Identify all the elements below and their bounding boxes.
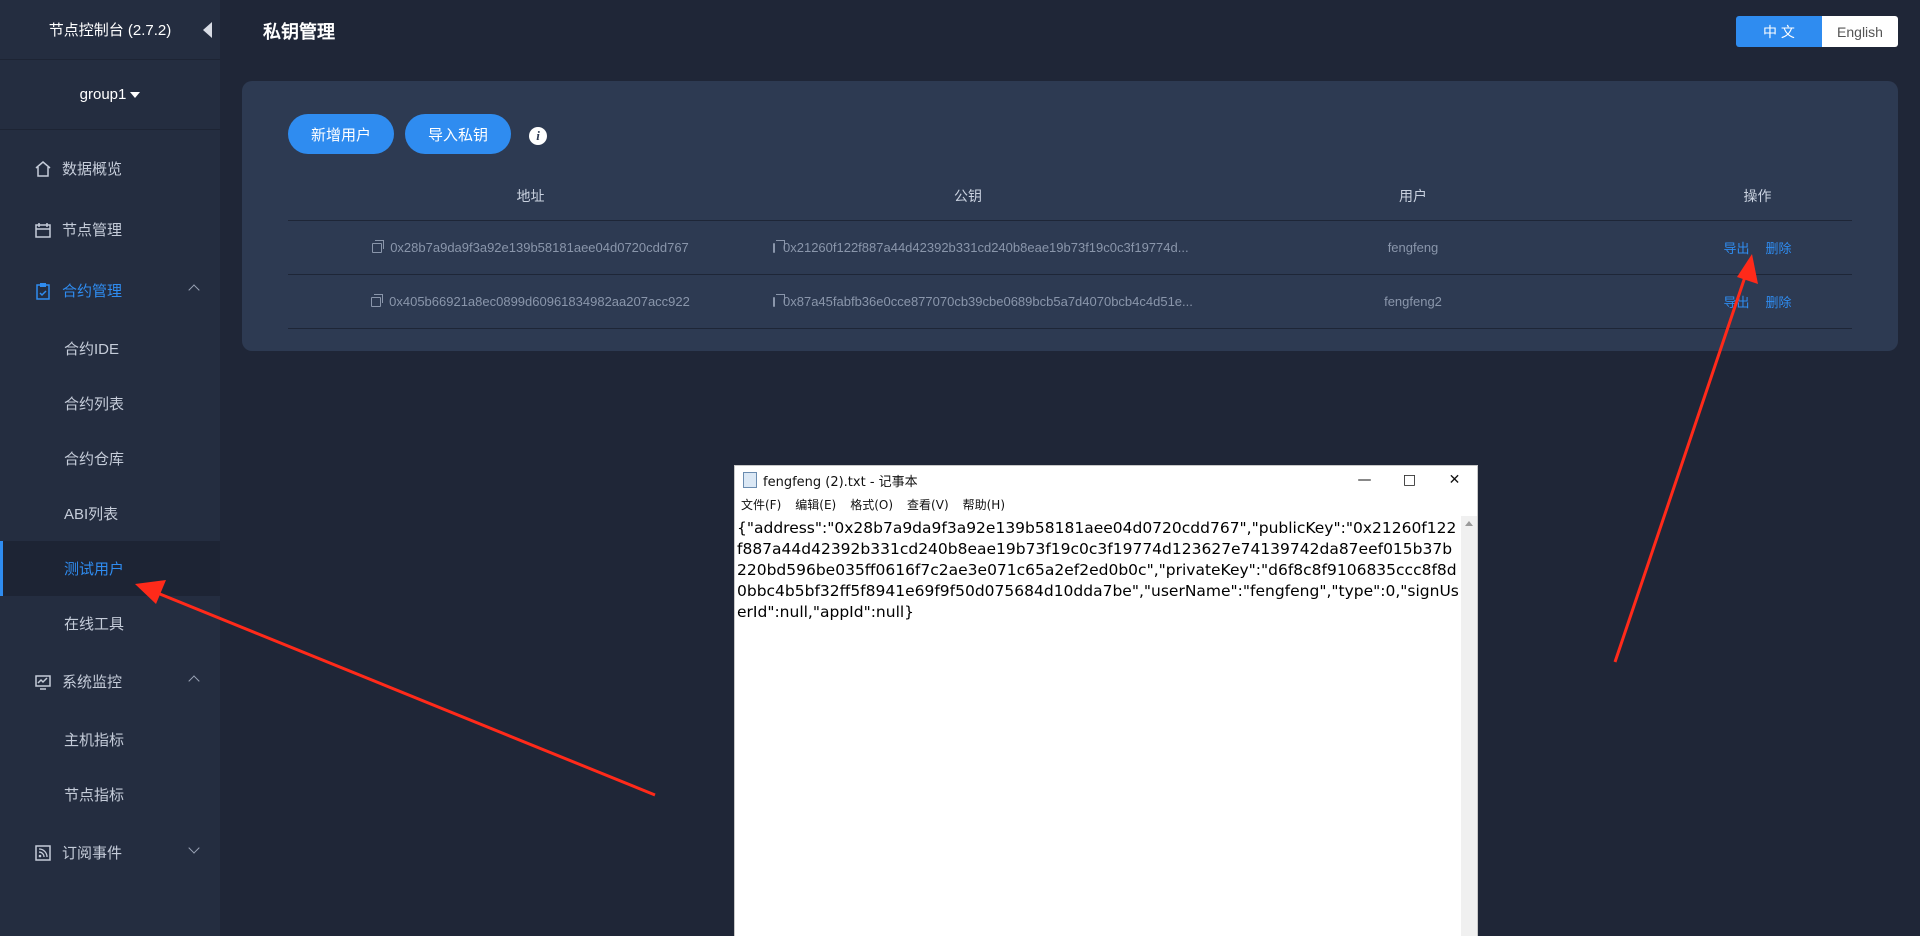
sidebar-item-contract-list[interactable]: 合约列表 (0, 376, 220, 431)
brand: 节点控制台 (2.7.2) (0, 0, 220, 60)
menu-format[interactable]: 格式(O) (850, 496, 893, 513)
notepad-file-icon (743, 472, 757, 488)
copy-icon[interactable] (773, 293, 785, 307)
table-row: 0x405b66921a8ec0899d60961834982aa207acc9… (288, 275, 1852, 329)
column-header-user: 用户 (1399, 187, 1427, 204)
notepad-scrollbar[interactable] (1461, 516, 1477, 936)
sidebar: 节点控制台 (2.7.2) group1 数据概览 节点管理 合约管理 合约ID… (0, 0, 220, 936)
public-key-cell: 0x21260f122f887a44d42392b331cd240b8eae19… (773, 239, 1189, 255)
calendar-icon (34, 221, 52, 239)
sidebar-item-label: 合约仓库 (64, 451, 125, 468)
sidebar-item-label: 数据概览 (62, 161, 123, 178)
address-value: 0x405b66921a8ec0899d60961834982aa207acc9… (389, 294, 690, 309)
actions-cell: 导出 删除 (1663, 238, 1852, 257)
monitor-icon (34, 673, 52, 691)
sidebar-item-label: 订阅事件 (62, 845, 123, 862)
menu-edit[interactable]: 编辑(E) (795, 496, 836, 513)
sidebar-item-label: ABI列表 (64, 506, 119, 523)
sidebar-item-label: 节点管理 (62, 222, 123, 239)
column-header-address: 地址 (516, 187, 545, 204)
address-value: 0x28b7a9da9f3a92e139b58181aee04d0720cdd7… (390, 240, 689, 255)
notepad-titlebar[interactable]: fengfeng (2).txt - 记事本 — □ ✕ (735, 466, 1477, 494)
notepad-text-area[interactable]: {"address":"0x28b7a9da9f3a92e139b58181ae… (735, 516, 1461, 936)
minimize-icon[interactable]: — (1342, 466, 1387, 494)
sidebar-item-label: 合约IDE (64, 341, 120, 358)
copy-icon[interactable] (372, 239, 385, 253)
sidebar-item-label: 系统监控 (62, 674, 123, 691)
sidebar-item-label: 测试用户 (64, 561, 125, 578)
notepad-title: fengfeng (2).txt - 记事本 (763, 474, 918, 490)
lang-en-button[interactable]: English (1822, 16, 1898, 47)
delete-button[interactable]: 删除 (1766, 292, 1792, 311)
chevron-down-icon (188, 842, 200, 854)
sidebar-item-host-metrics[interactable]: 主机指标 (0, 712, 220, 767)
chevron-up-icon (188, 675, 200, 687)
rss-icon (34, 844, 52, 862)
sidebar-item-label: 在线工具 (64, 616, 125, 633)
maximize-icon[interactable]: □ (1387, 466, 1432, 494)
clipboard-icon (34, 282, 52, 300)
group-label: group1 (79, 86, 127, 103)
import-key-button[interactable]: 导入私钥 (405, 114, 511, 154)
column-header-public-key: 公钥 (954, 187, 982, 204)
sidebar-item-overview[interactable]: 数据概览 (0, 138, 220, 199)
lang-zh-button[interactable]: 中 文 (1736, 16, 1822, 47)
group-selector[interactable]: group1 (0, 60, 220, 130)
sidebar-item-label: 合约管理 (62, 283, 123, 300)
public-key-value: 0x21260f122f887a44d42392b331cd240b8eae19… (783, 240, 1189, 255)
sidebar-item-online-tools[interactable]: 在线工具 (0, 596, 220, 651)
sidebar-item-contract-repo[interactable]: 合约仓库 (0, 431, 220, 486)
public-key-value: 0x87a45fabfb36e0cce877070cb39cbe0689bcb5… (783, 294, 1193, 309)
sidebar-item-label: 主机指标 (64, 732, 125, 749)
sidebar-item-nodes[interactable]: 节点管理 (0, 199, 220, 260)
sidebar-item-monitoring[interactable]: 系统监控 (0, 651, 220, 712)
public-key-cell: 0x87a45fabfb36e0cce877070cb39cbe0689bcb5… (773, 293, 1193, 309)
address-cell: 0x405b66921a8ec0899d60961834982aa207acc9… (288, 293, 773, 309)
user-cell: fengfeng (1387, 240, 1439, 255)
sidebar-item-events[interactable]: 订阅事件 (0, 822, 220, 883)
app-title: 节点控制台 (2.7.2) (48, 22, 172, 39)
sidebar-item-node-metrics[interactable]: 节点指标 (0, 767, 220, 822)
sidebar-item-label: 节点指标 (64, 787, 125, 804)
nav-menu: 数据概览 节点管理 合约管理 合约IDE 合约列表 合约仓库 ABI列表 测试用… (0, 130, 220, 883)
page-title: 私钥管理 (263, 22, 335, 42)
menu-help[interactable]: 帮助(H) (963, 496, 1005, 513)
sidebar-item-contract-ide[interactable]: 合约IDE (0, 321, 220, 376)
add-user-button[interactable]: 新增用户 (288, 114, 394, 154)
table-row: 0x28b7a9da9f3a92e139b58181aee04d0720cdd7… (288, 221, 1852, 275)
keys-table: 地址 公钥 用户 操作 0x28b7a9da9f3a92e139b58181ae… (288, 171, 1852, 329)
address-cell: 0x28b7a9da9f3a92e139b58181aee04d0720cdd7… (288, 239, 773, 255)
delete-button[interactable]: 删除 (1766, 238, 1792, 257)
close-icon[interactable]: ✕ (1432, 466, 1477, 494)
window-controls: — □ ✕ (1342, 466, 1477, 494)
language-switch: 中 文 English (1736, 16, 1898, 47)
key-management-panel: 新增用户 导入私钥 i 地址 公钥 用户 操作 0x28b7a9da9f3a92… (242, 81, 1898, 351)
user-cell: fengfeng2 (1384, 294, 1442, 309)
menu-file[interactable]: 文件(F) (741, 496, 781, 513)
home-icon (34, 160, 52, 178)
export-button[interactable]: 导出 (1723, 238, 1749, 257)
export-button[interactable]: 导出 (1723, 292, 1749, 311)
sidebar-item-abi-list[interactable]: ABI列表 (0, 486, 220, 541)
sidebar-item-label: 合约列表 (64, 396, 125, 413)
column-header-actions: 操作 (1743, 187, 1772, 204)
copy-icon[interactable] (773, 239, 785, 253)
chevron-up-icon (188, 284, 200, 296)
table-header: 地址 公钥 用户 操作 (288, 171, 1852, 221)
collapse-sidebar-icon[interactable] (203, 22, 212, 38)
actions-cell: 导出 删除 (1663, 292, 1852, 311)
notepad-menubar: 文件(F) 编辑(E) 格式(O) 查看(V) 帮助(H) (735, 494, 1477, 514)
menu-view[interactable]: 查看(V) (907, 496, 949, 513)
sidebar-item-test-users[interactable]: 测试用户 (0, 541, 220, 596)
info-icon[interactable]: i (529, 127, 547, 145)
sidebar-item-contracts[interactable]: 合约管理 (0, 260, 220, 321)
copy-icon[interactable] (371, 293, 384, 307)
caret-down-icon (130, 91, 141, 98)
notepad-window: fengfeng (2).txt - 记事本 — □ ✕ 文件(F) 编辑(E)… (734, 465, 1478, 936)
